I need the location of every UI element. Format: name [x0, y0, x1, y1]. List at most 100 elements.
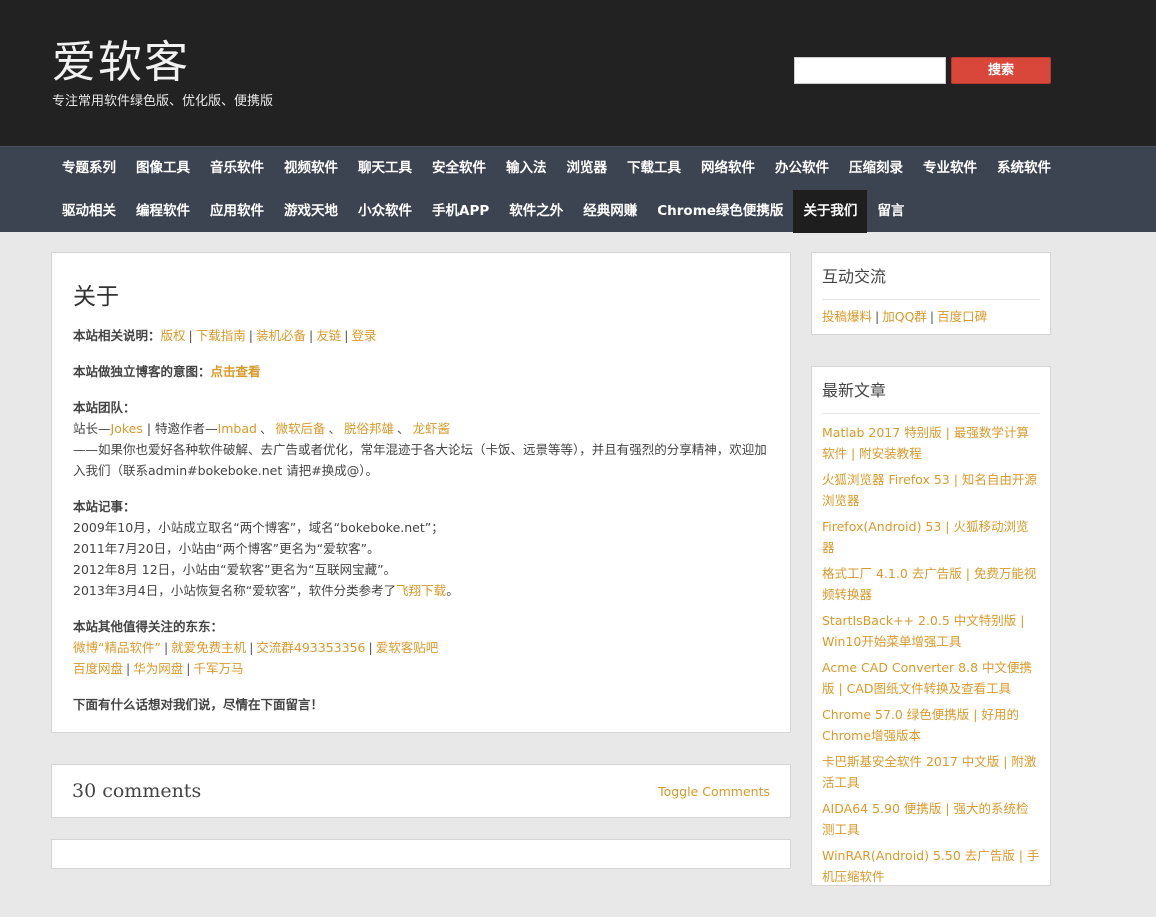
sidebar: 互动交流 投稿爆料 | 加QQ群 | 百度口碑 最新文章 Matlab 2017 特别版… — [811, 252, 1051, 917]
site-title[interactable]: 爱软客 — [52, 26, 190, 90]
other-links-row-1: 微博“精品软件” | 就爱免费主机 | 交流群493353356 | 爱软客贴吧 — [73, 640, 438, 655]
nav-item[interactable]: 游戏天地 — [274, 190, 348, 233]
nav-item[interactable]: 办公软件 — [765, 147, 839, 190]
post-link[interactable]: Firefox(Android) 53 | 火狐移动浏览器 — [822, 519, 1029, 555]
nav-item[interactable]: 专业软件 — [913, 147, 987, 190]
history-item: 2013年3月4日，小站恢复名称“爱软客”，软件分类参考了 — [73, 583, 397, 598]
separator: | — [249, 640, 254, 655]
post-link[interactable]: Matlab 2017 特别版 | 最强数学计算软件 | 附安装教程 — [822, 425, 1029, 461]
post-item: Chrome 57.0 绿色便携版 | 好用的Chrome增强版本 — [822, 704, 1040, 746]
intent-link[interactable]: 点击查看 — [211, 364, 261, 379]
nav-item[interactable]: 小众软件 — [348, 190, 422, 233]
separator: | — [344, 328, 349, 343]
separator: 、 — [328, 421, 341, 436]
feixiang-link[interactable]: 飞翔下载 — [396, 583, 446, 598]
text-link[interactable]: 就爱免费主机 — [171, 640, 246, 655]
nav-item[interactable]: 驱动相关 — [52, 190, 126, 233]
nav-item[interactable]: 视频软件 — [274, 147, 348, 190]
comments-count: 30 comments — [72, 780, 202, 802]
post-item: AIDA64 5.90 便携版 | 强大的系统检测工具 — [822, 798, 1040, 840]
separator: | — [163, 640, 169, 655]
text-link[interactable]: Imbad — [218, 421, 257, 436]
text-link[interactable]: 加QQ群 — [882, 309, 927, 324]
history-item: 2009年10月，小站成立取名“两个博客”，域名“bokeboke.net”； — [73, 520, 444, 535]
owner-link[interactable]: Jokes — [111, 421, 143, 436]
text-link[interactable]: 微软后备 — [275, 421, 325, 436]
separator: | — [368, 640, 373, 655]
post-link[interactable]: 格式工厂 4.1.0 去广告版 | 免费万能视频转换器 — [822, 566, 1036, 602]
nav-item[interactable]: 系统软件 — [987, 147, 1061, 190]
post-link[interactable]: Acme CAD Converter 8.8 中文便携版 | CAD图纸文件转换… — [822, 660, 1032, 696]
closing-paragraph: 下面有什么话想对我们说，尽情在下面留言！ — [73, 694, 770, 715]
post-item: 格式工厂 4.1.0 去广告版 | 免费万能视频转换器 — [822, 563, 1040, 605]
post-item: WinRAR(Android) 5.50 去广告版 | 手机压缩软件 — [822, 845, 1040, 885]
intent-label: 本站做独立博客的意图： — [73, 364, 211, 379]
text-link[interactable]: 下载指南 — [196, 328, 246, 343]
nav-item[interactable]: 经典网赚 — [573, 190, 647, 233]
nav-item[interactable]: 编程软件 — [126, 190, 200, 233]
text-link[interactable]: 百度网盘 — [73, 661, 123, 676]
text-link[interactable]: 版权 — [161, 328, 186, 343]
post-link[interactable]: Chrome 57.0 绿色便携版 | 好用的Chrome增强版本 — [822, 707, 1019, 743]
separator: 、 — [259, 421, 273, 436]
site-info-label: 本站相关说明： — [73, 328, 161, 343]
nav-item[interactable]: 应用软件 — [200, 190, 274, 233]
other-links-row-2: 百度网盘 | 华为网盘 | 千军万马 — [73, 661, 243, 676]
history-item: 2012年8月 12日，小站由“爱软客”更名为“互联网宝藏”。 — [73, 562, 397, 577]
nav-item[interactable]: 图像工具 — [126, 147, 200, 190]
post-item: Matlab 2017 特别版 | 最强数学计算软件 | 附安装教程 — [822, 422, 1040, 464]
text-link[interactable]: 装机必备 — [256, 328, 306, 343]
other-label: 本站其他值得关注的东东： — [73, 619, 224, 634]
text-link[interactable]: 华为网盘 — [133, 661, 183, 676]
toggle-comments-link[interactable]: Toggle Comments — [658, 784, 770, 799]
text-link[interactable]: 登录 — [351, 328, 376, 343]
text-link[interactable]: 脱俗邦雄 — [344, 421, 394, 436]
main-content: 关于 本站相关说明：版权 | 下载指南 | 装机必备 | 友链 | 登录 本站做独立博客的意图：… — [51, 252, 791, 869]
text-link[interactable]: 龙虾酱 — [413, 421, 451, 436]
separator: | — [875, 309, 880, 324]
nav-item[interactable]: 下载工具 — [617, 147, 691, 190]
team-mid: | 特邀作者— — [142, 421, 218, 436]
author-links: Imbad、微软后备、脱俗邦雄、龙虾酱 — [218, 421, 451, 436]
nav-item[interactable]: 专题系列 — [52, 147, 126, 190]
nav-item[interactable]: 留言 — [867, 190, 914, 233]
nav-item[interactable]: 安全软件 — [422, 147, 496, 190]
nav-item[interactable]: 聊天工具 — [348, 147, 422, 190]
nav-item[interactable]: 网络软件 — [691, 147, 765, 190]
post-item: StartIsBack++ 2.0.5 中文特别版 | Win10开始菜单增强工… — [822, 610, 1040, 652]
nav-item[interactable]: 音乐软件 — [200, 147, 274, 190]
text-link[interactable]: 千军万马 — [193, 661, 243, 676]
closing-text: 下面有什么话想对我们说，尽情在下面留言！ — [73, 697, 324, 712]
post-link[interactable]: StartIsBack++ 2.0.5 中文特别版 | Win10开始菜单增强工… — [822, 613, 1024, 649]
post-link[interactable]: AIDA64 5.90 便携版 | 强大的系统检测工具 — [822, 801, 1029, 837]
post-item: Firefox(Android) 53 | 火狐移动浏览器 — [822, 516, 1040, 558]
nav-item[interactable]: 输入法 — [496, 147, 557, 190]
text-link[interactable]: 微博“精品软件” — [73, 640, 161, 655]
nav-item[interactable]: Chrome绿色便携版 — [647, 190, 793, 233]
nav-item[interactable]: 软件之外 — [499, 190, 573, 233]
interact-title: 互动交流 — [822, 263, 1040, 300]
text-link[interactable]: 交流群493353356 — [256, 640, 365, 655]
post-link[interactable]: 火狐浏览器 Firefox 53 | 知名自由开源浏览器 — [822, 472, 1037, 508]
text-link[interactable]: 投稿爆料 — [822, 309, 872, 324]
search-button[interactable]: 搜索 — [951, 57, 1051, 84]
post-link[interactable]: 卡巴斯基安全软件 2017 中文版 | 附激活工具 — [822, 754, 1036, 790]
interact-links: 投稿爆料 | 加QQ群 | 百度口碑 — [822, 308, 1040, 326]
site-tagline: 专注常用软件绿色版、优化版、便携版 — [52, 94, 274, 109]
separator: | — [126, 661, 131, 676]
search-input[interactable] — [794, 57, 946, 84]
interact-widget: 互动交流 投稿爆料 | 加QQ群 | 百度口碑 — [811, 252, 1051, 335]
nav-item[interactable]: 浏览器 — [557, 147, 618, 190]
nav-item[interactable]: 手机APP — [422, 190, 499, 233]
nav-item[interactable]: 压缩刻录 — [839, 147, 913, 190]
team-label: 本站团队： — [73, 400, 136, 415]
text-link[interactable]: 爱软客贴吧 — [376, 640, 439, 655]
text-link[interactable]: 百度口碑 — [937, 309, 987, 324]
separator: | — [188, 328, 193, 343]
comment-form-panel — [51, 839, 791, 869]
nav-item[interactable]: 关于我们 — [793, 190, 868, 233]
post-link[interactable]: WinRAR(Android) 5.50 去广告版 | 手机压缩软件 — [822, 848, 1039, 884]
site-info-paragraph: 本站相关说明：版权 | 下载指南 | 装机必备 | 友链 | 登录 — [73, 325, 770, 346]
text-link[interactable]: 友链 — [316, 328, 341, 343]
post-item: 火狐浏览器 Firefox 53 | 知名自由开源浏览器 — [822, 469, 1040, 511]
